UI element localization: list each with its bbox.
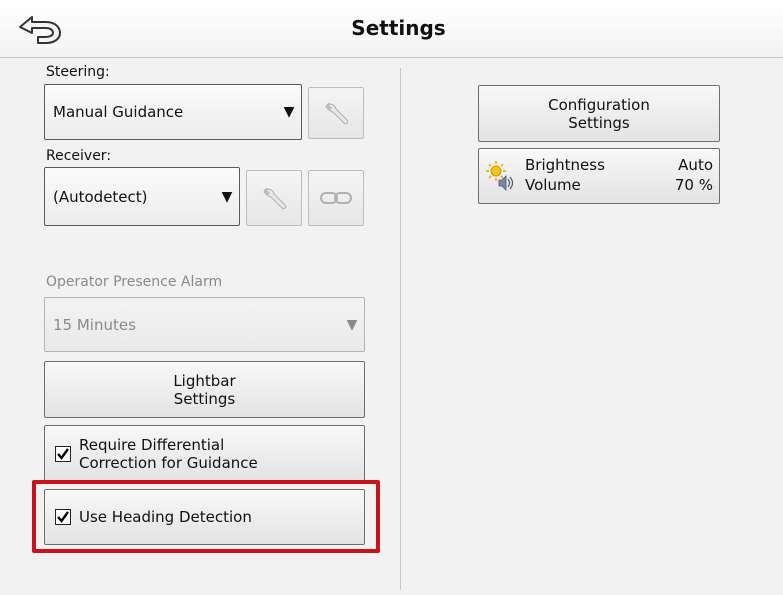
steering-settings-button[interactable] — [308, 87, 364, 139]
steering-select[interactable]: Manual Guidance ▼ — [44, 84, 302, 140]
volume-value: 70 % — [674, 176, 713, 194]
dropdown-arrow-icon: ▼ — [346, 316, 358, 333]
checkmark-icon — [57, 447, 69, 460]
operator-presence-label: Operator Presence Alarm — [46, 274, 223, 290]
receiver-value: (Autodetect) — [53, 187, 148, 206]
operator-presence-select: 15 Minutes ▼ — [44, 297, 365, 352]
dropdown-arrow-icon: ▼ — [221, 188, 233, 205]
receiver-label: Receiver: — [46, 148, 112, 164]
header-bar: Settings — [0, 0, 783, 58]
configuration-line1: Configuration — [548, 95, 650, 114]
page-title: Settings — [351, 16, 446, 40]
volume-label: Volume — [525, 176, 581, 194]
require-differential-toggle[interactable]: Require Differential Correction for Guid… — [44, 425, 365, 482]
chain-link-icon — [320, 192, 352, 204]
brightness-volume-button[interactable]: Brightness Auto Volume 70 % — [478, 148, 720, 204]
lightbar-settings-button[interactable]: Lightbar Settings — [44, 361, 365, 418]
receiver-settings-button[interactable] — [246, 170, 302, 226]
lightbar-line1: Lightbar — [173, 371, 236, 390]
differential-checkbox[interactable] — [55, 445, 71, 462]
panel-divider — [400, 68, 401, 590]
operator-presence-value: 15 Minutes — [53, 315, 136, 334]
highlight-box — [32, 480, 380, 553]
wrench-icon — [325, 102, 349, 125]
steering-value: Manual Guidance — [53, 103, 184, 121]
configuration-line2: Settings — [568, 113, 630, 132]
wrench-icon — [263, 187, 287, 210]
dropdown-arrow-icon: ▼ — [283, 104, 295, 120]
configuration-settings-button[interactable]: Configuration Settings — [478, 85, 720, 142]
steering-label: Steering: — [46, 64, 110, 80]
differential-line2: Correction for Guidance — [79, 453, 258, 472]
lightbar-line2: Settings — [173, 389, 236, 408]
sun-speaker-icon — [486, 161, 514, 191]
differential-line1: Require Differential — [79, 435, 225, 454]
receiver-select[interactable]: (Autodetect) ▼ — [44, 167, 240, 226]
brightness-label: Brightness — [525, 156, 605, 174]
receiver-link-button[interactable] — [308, 170, 364, 226]
brightness-value: Auto — [678, 156, 713, 174]
